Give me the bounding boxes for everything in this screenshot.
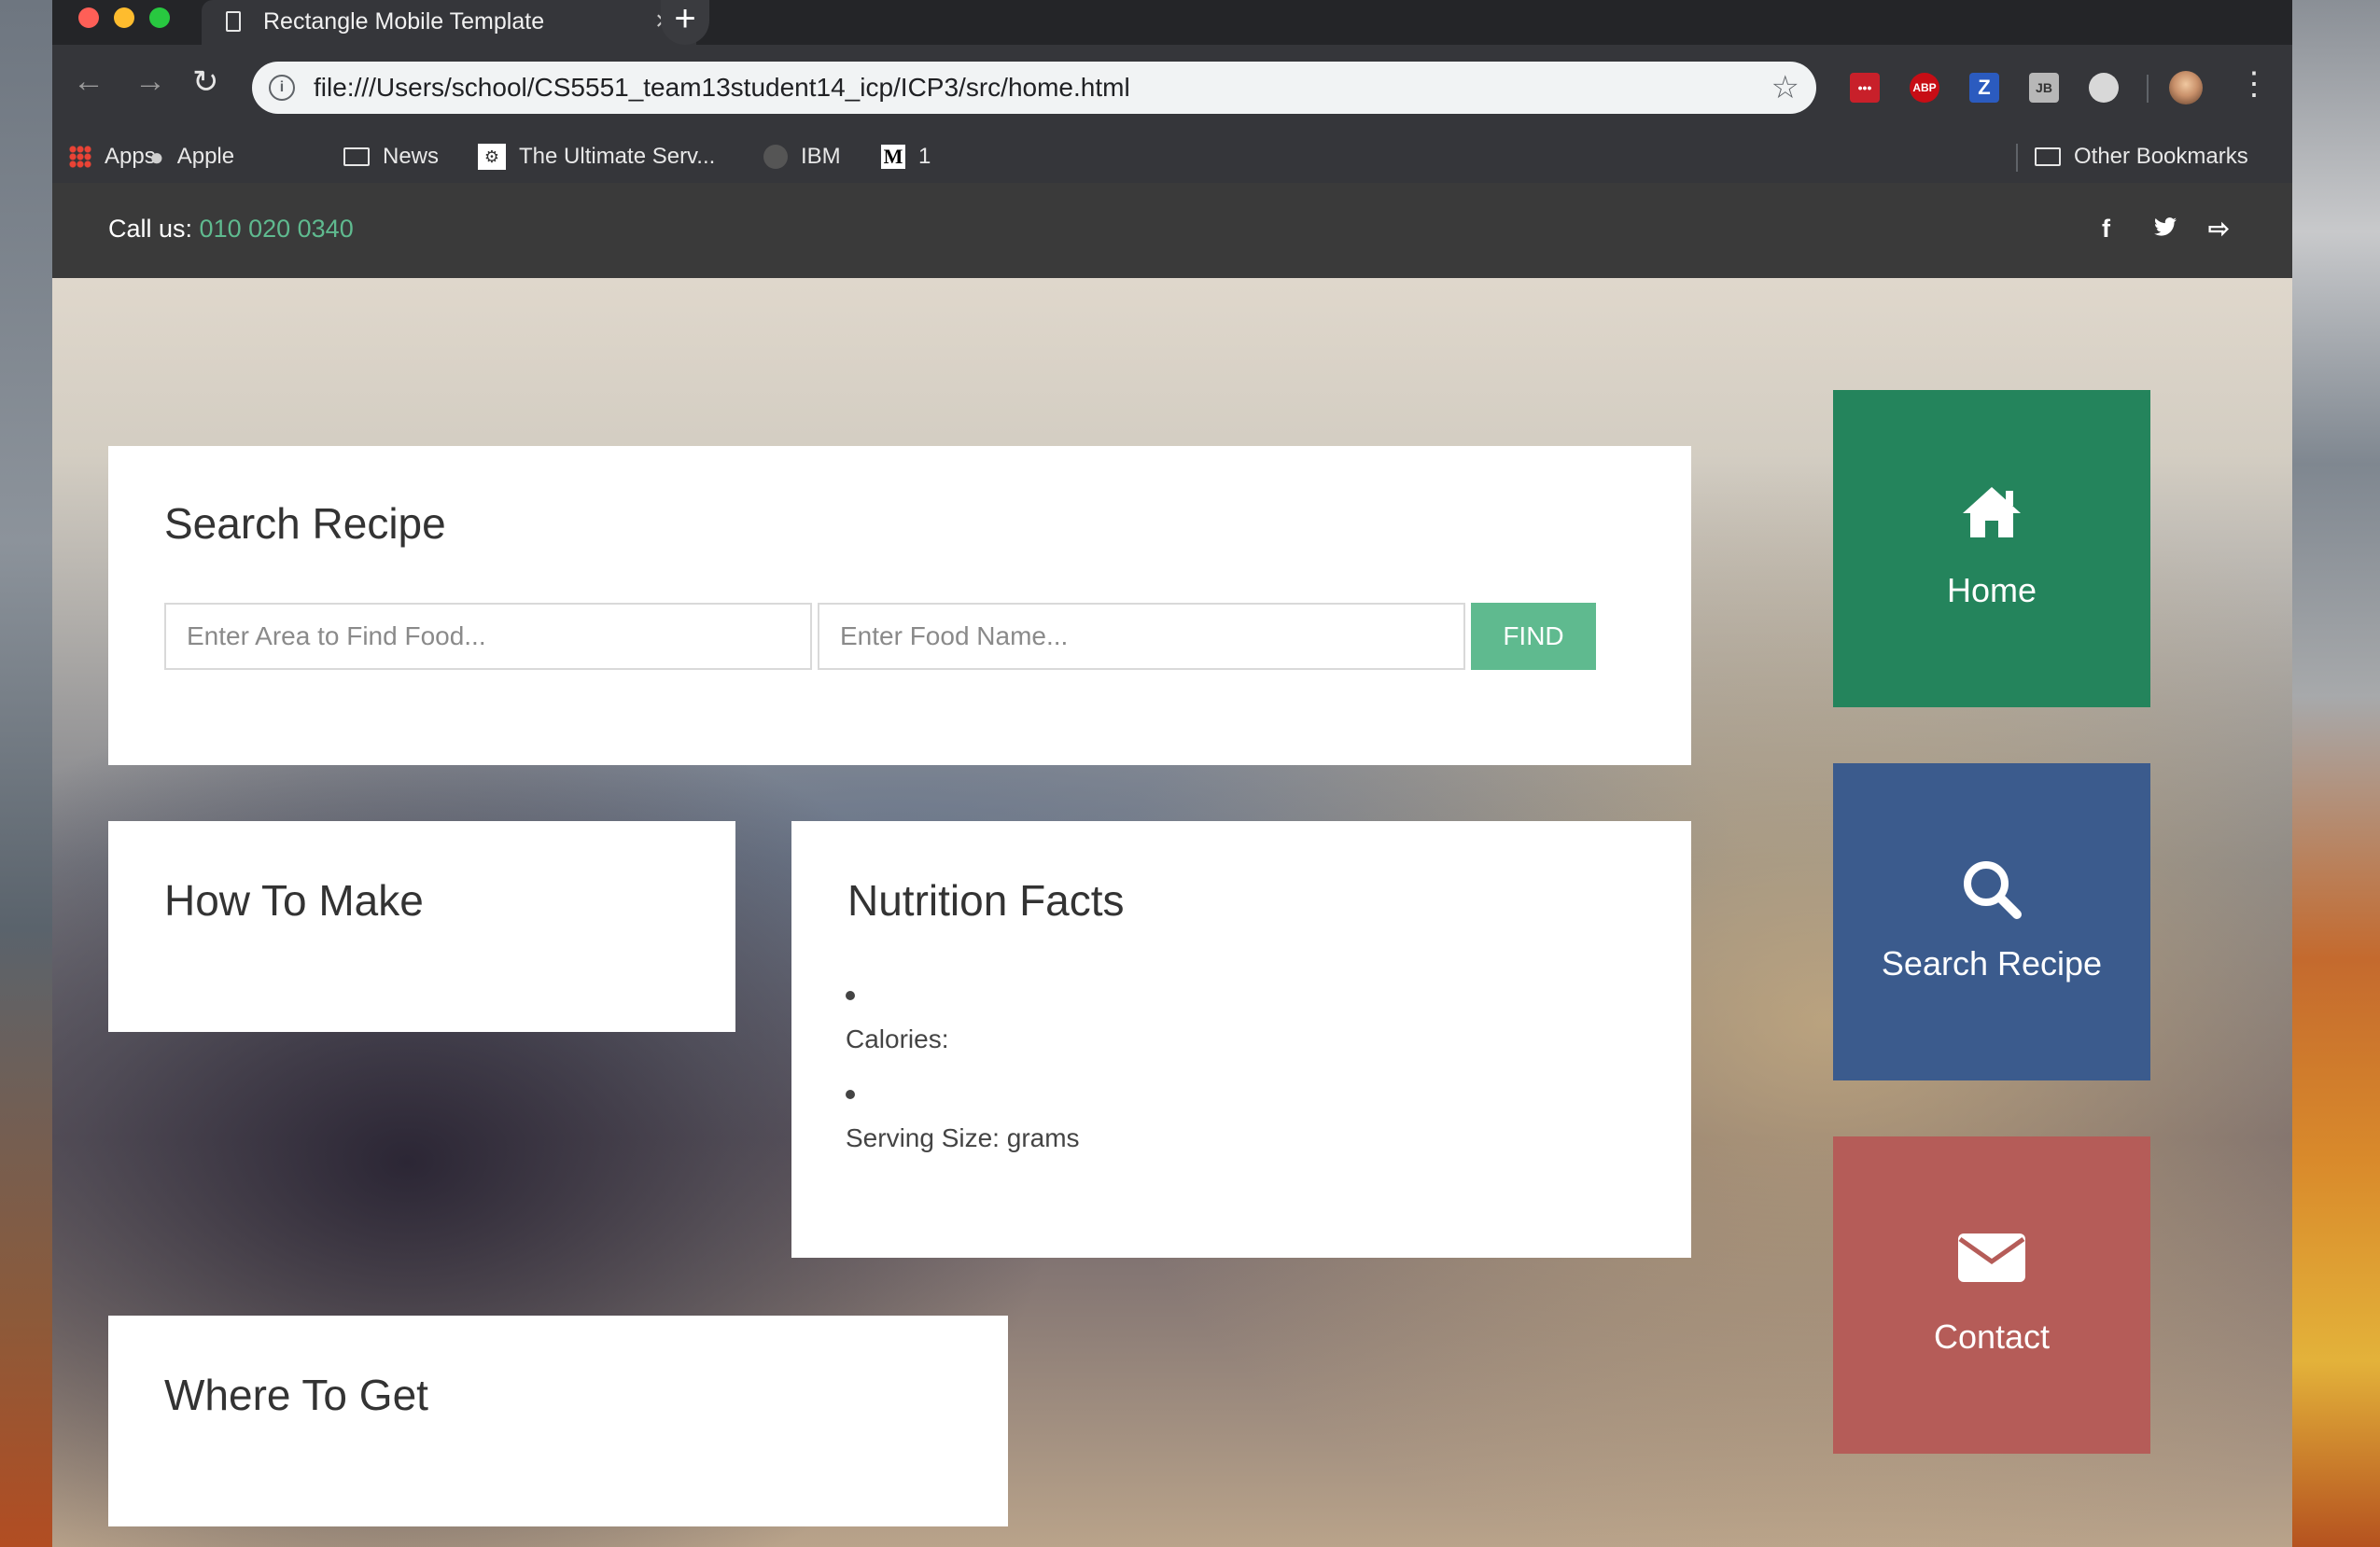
extension-jetbrains-icon[interactable]: JB <box>2029 73 2059 103</box>
bookmark-label: Apps <box>105 144 156 169</box>
phone-number[interactable]: 010 020 0340 <box>200 215 354 243</box>
bookmark-label: Other Bookmarks <box>2074 144 2248 169</box>
server-icon: ⚙ <box>478 144 506 170</box>
call-us-text: Call us: 010 020 0340 <box>108 215 354 244</box>
list-bullet <box>846 991 855 1000</box>
web-page: Call us: 010 020 0340 f ⇨ Search Recipe … <box>52 183 2292 1547</box>
bookmark-label: The Ultimate Serv... <box>519 144 716 169</box>
food-name-input[interactable]: Enter Food Name... <box>818 603 1465 670</box>
bookmark-news[interactable]: News <box>343 131 439 183</box>
extension-zotero-icon[interactable]: Z <box>1969 73 1999 103</box>
reload-icon[interactable]: ↻ <box>192 63 219 101</box>
serving-size-label: Serving Size: grams <box>846 1123 1080 1152</box>
home-tile-label: Home <box>1946 571 2037 609</box>
close-window-button[interactable] <box>78 7 99 28</box>
desktop-background-right <box>2292 0 2380 1547</box>
desktop-background-left <box>0 0 52 1547</box>
tab-strip: Rectangle Mobile Template × + <box>52 0 2292 45</box>
calories-label: Calories: <box>846 1024 949 1053</box>
new-tab-button[interactable]: + <box>661 0 709 45</box>
list-bullet <box>846 1090 855 1099</box>
how-to-make-card: How To Make <box>108 821 735 1032</box>
profile-avatar[interactable] <box>2169 71 2203 105</box>
address-bar[interactable]: i file:///Users/school/CS5551_team13stud… <box>252 62 1816 114</box>
bookmark-medium[interactable]: M 1 <box>881 131 931 183</box>
extension-adblock-icon[interactable]: ABP <box>1910 73 1939 103</box>
apple-icon: ● <box>149 142 164 171</box>
github-icon <box>763 145 788 169</box>
sign-out-icon[interactable]: ⇨ <box>2208 215 2230 244</box>
call-us-label: Call us: <box>108 215 200 243</box>
maximize-window-button[interactable] <box>149 7 170 28</box>
medium-icon: M <box>881 145 905 169</box>
apps-grid-icon <box>69 146 91 168</box>
bookmarks-bar: Apps ● Apple News ⚙ The Ultimate Serv...… <box>52 131 2292 183</box>
how-to-make-title: How To Make <box>164 876 424 925</box>
extension-lastpass-icon[interactable]: ••• <box>1850 73 1880 103</box>
twitter-icon[interactable] <box>2154 215 2177 244</box>
area-search-input[interactable]: Enter Area to Find Food... <box>164 603 812 670</box>
search-recipe-card: Search Recipe Enter Area to Find Food...… <box>108 446 1691 765</box>
search-icon <box>1833 857 2150 922</box>
bookmark-ibm[interactable]: IBM <box>763 131 841 183</box>
info-icon[interactable]: i <box>269 75 295 101</box>
browser-toolbar: ← → ↻ i file:///Users/school/CS5551_team… <box>52 45 2292 131</box>
toolbar-divider <box>2147 75 2149 103</box>
bookmark-label: Apple <box>176 144 235 169</box>
site-top-bar: Call us: 010 020 0340 f ⇨ <box>52 183 2292 278</box>
forward-arrow-icon[interactable]: → <box>134 63 166 100</box>
search-tile-label: Search Recipe <box>1881 944 2103 983</box>
search-recipe-tile[interactable]: Search Recipe <box>1833 763 2150 1080</box>
bookmark-apple[interactable]: ● Apple <box>149 131 234 183</box>
bookmark-other[interactable]: Other Bookmarks <box>2035 131 2248 183</box>
browser-menu-icon[interactable]: ⋮ <box>2238 65 2270 103</box>
bookmark-label: IBM <box>801 144 841 169</box>
home-tile[interactable]: Home <box>1833 390 2150 707</box>
folder-icon <box>2035 147 2061 166</box>
tab-title: Rectangle Mobile Template <box>263 8 545 35</box>
address-url[interactable]: file:///Users/school/CS5551_team13studen… <box>314 73 1130 103</box>
where-to-get-title: Where To Get <box>164 1371 428 1419</box>
nutrition-facts-title: Nutrition Facts <box>847 876 1125 925</box>
bookmark-label: 1 <box>918 144 931 169</box>
bookmarks-divider <box>2016 144 2018 172</box>
back-arrow-icon[interactable]: ← <box>73 63 105 100</box>
bookmark-label: News <box>383 144 440 169</box>
envelope-icon <box>1833 1230 2150 1295</box>
browser-window: Rectangle Mobile Template × + ← → ↻ i fi… <box>52 0 2292 1547</box>
minimize-window-button[interactable] <box>114 7 134 28</box>
bookmark-ultimate-serv[interactable]: ⚙ The Ultimate Serv... <box>478 131 715 183</box>
nutrition-facts-card: Nutrition Facts Calories: Serving Size: … <box>791 821 1691 1258</box>
browser-tab[interactable]: Rectangle Mobile Template × <box>202 0 696 45</box>
find-button[interactable]: FIND <box>1471 603 1596 670</box>
contact-tile[interactable]: Contact <box>1833 1136 2150 1454</box>
facebook-icon[interactable]: f <box>2102 215 2110 244</box>
where-to-get-card: Where To Get <box>108 1316 1008 1526</box>
document-icon <box>226 11 241 32</box>
bookmark-apps[interactable]: Apps <box>69 131 156 183</box>
folder-icon <box>343 147 370 166</box>
extension-ghost-icon[interactable] <box>2089 73 2119 103</box>
contact-tile-label: Contact <box>1933 1317 2051 1356</box>
bookmark-star-icon[interactable]: ☆ <box>1771 69 1799 106</box>
home-icon <box>1833 483 2150 549</box>
search-card-title: Search Recipe <box>164 499 446 548</box>
